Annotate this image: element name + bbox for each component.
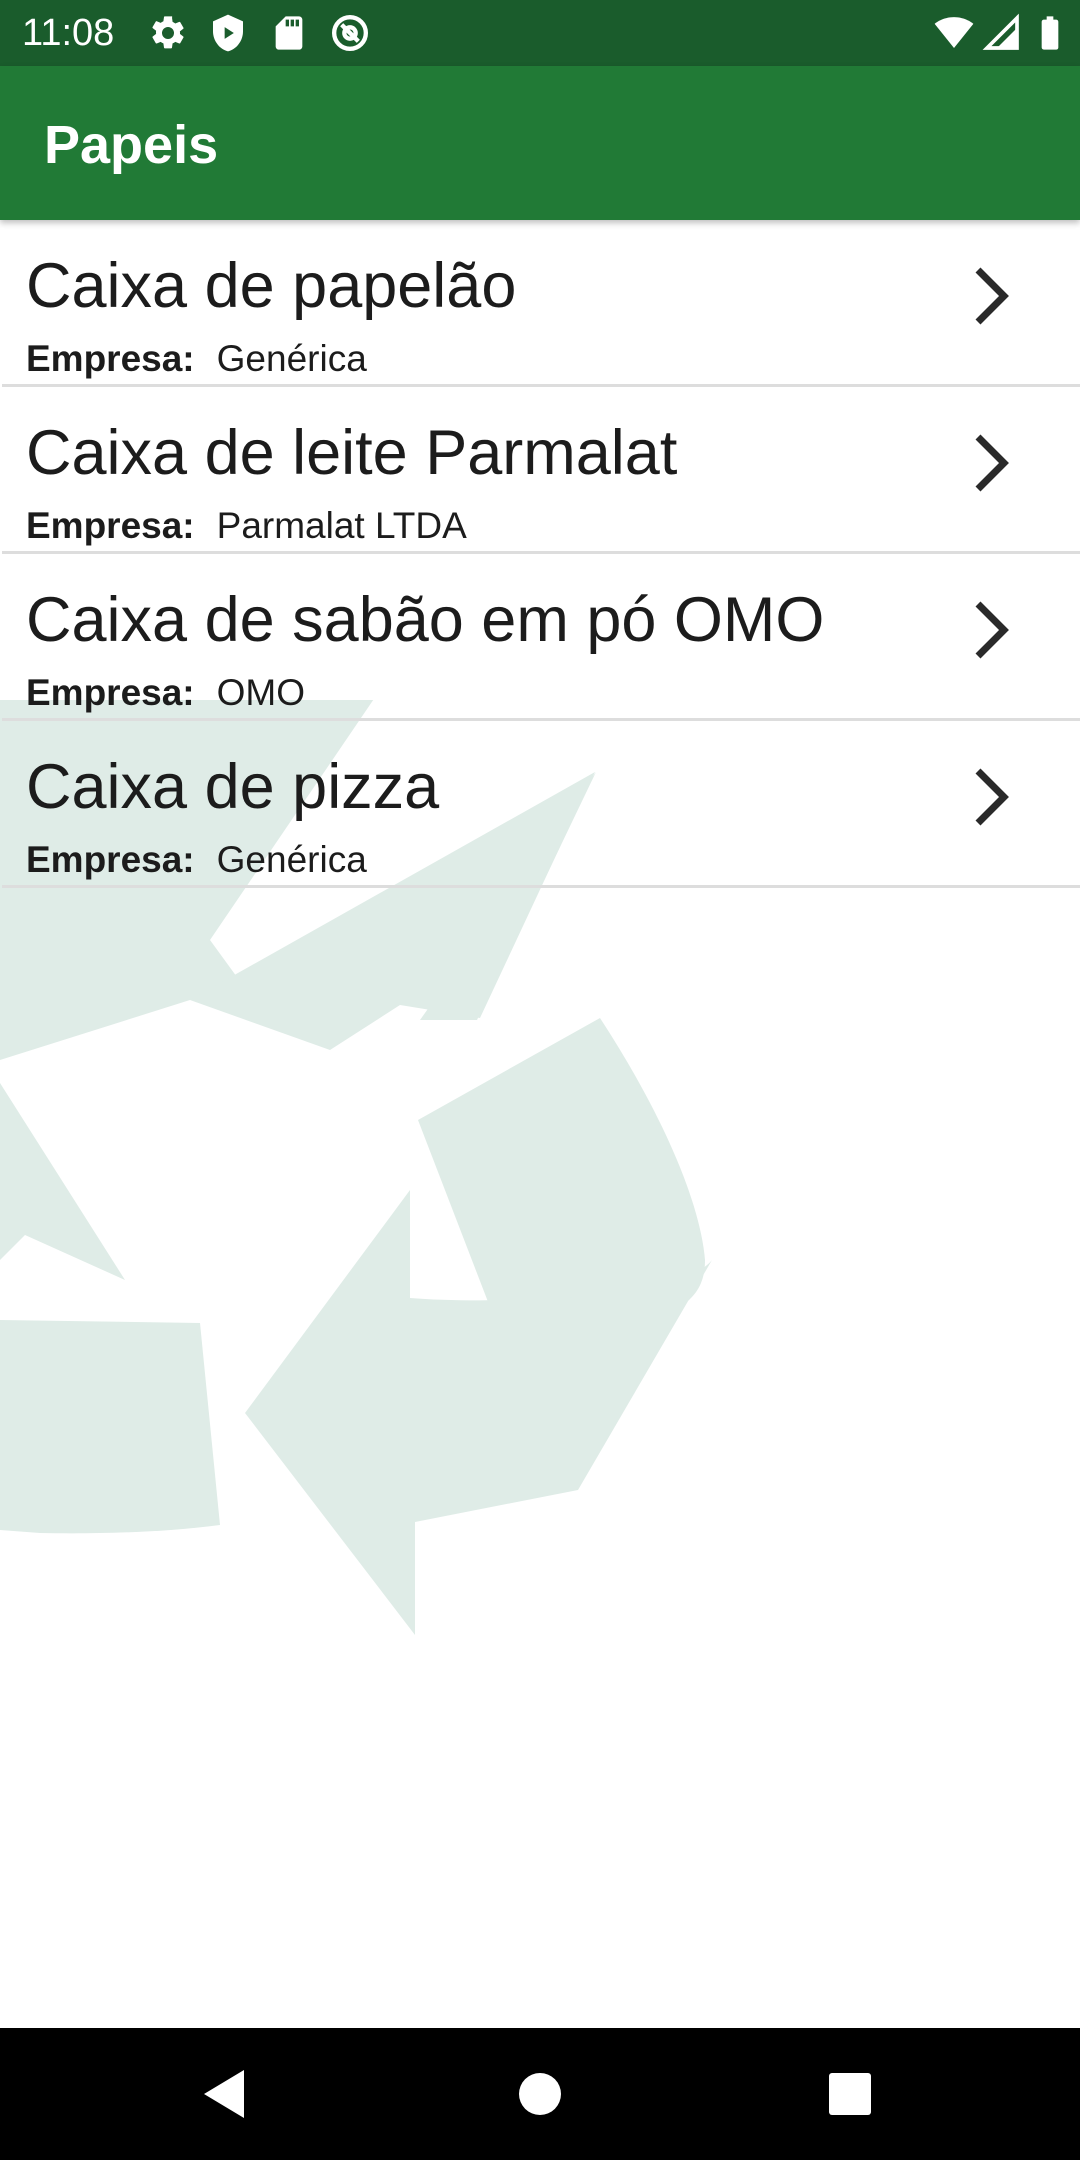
item-company: Empresa: Genérica xyxy=(26,338,367,380)
company-name: OMO xyxy=(216,672,306,713)
company-name: Parmalat LTDA xyxy=(216,505,467,546)
item-company: Empresa: Genérica xyxy=(26,839,367,881)
item-company: Empresa: Parmalat LTDA xyxy=(26,505,467,547)
recents-icon[interactable] xyxy=(820,2064,880,2124)
item-title: Caixa de leite Parmalat xyxy=(26,418,678,488)
chevron-right-icon xyxy=(970,264,1014,328)
home-icon[interactable] xyxy=(510,2064,570,2124)
battery-icon xyxy=(1030,13,1070,53)
screen: 11:08 Papeis Caixa de papelão Empresa: G… xyxy=(0,0,1080,2160)
item-title: Caixa de sabão em pó OMO xyxy=(26,585,825,655)
chevron-right-icon xyxy=(970,765,1014,829)
list-item[interactable]: Caixa de pizza Empresa: Genérica xyxy=(2,721,1080,888)
company-name: Genérica xyxy=(216,839,367,880)
status-bar: 11:08 xyxy=(0,0,1080,66)
company-label: Empresa: xyxy=(26,338,195,379)
status-time: 11:08 xyxy=(22,12,115,54)
page-title: Papeis xyxy=(44,115,219,175)
list-item[interactable]: Caixa de papelão Empresa: Genérica xyxy=(2,220,1080,387)
company-label: Empresa: xyxy=(26,839,195,880)
wifi-icon xyxy=(934,13,974,53)
material-list: Caixa de papelão Empresa: Genérica Caixa … xyxy=(0,220,1080,888)
back-icon[interactable] xyxy=(196,2064,256,2124)
settings-icon xyxy=(148,13,188,53)
navigation-bar xyxy=(0,2028,1080,2160)
company-label: Empresa: xyxy=(26,672,195,713)
chevron-right-icon xyxy=(970,598,1014,662)
item-company: Empresa: OMO xyxy=(26,672,305,714)
company-name: Genérica xyxy=(216,338,367,379)
sd-card-icon xyxy=(269,13,309,53)
at-sign-icon xyxy=(330,13,370,53)
chevron-right-icon xyxy=(970,431,1014,495)
cell-signal-icon xyxy=(982,13,1022,53)
app-bar: Papeis xyxy=(0,66,1080,220)
item-title: Caixa de pizza xyxy=(26,752,440,822)
company-label: Empresa: xyxy=(26,505,195,546)
shield-icon xyxy=(208,13,248,53)
item-title: Caixa de papelão xyxy=(26,251,517,321)
list-item[interactable]: Caixa de sabão em pó OMO Empresa: OMO xyxy=(2,554,1080,721)
list-item[interactable]: Caixa de leite Parmalat Empresa: Parmalat… xyxy=(2,387,1080,554)
